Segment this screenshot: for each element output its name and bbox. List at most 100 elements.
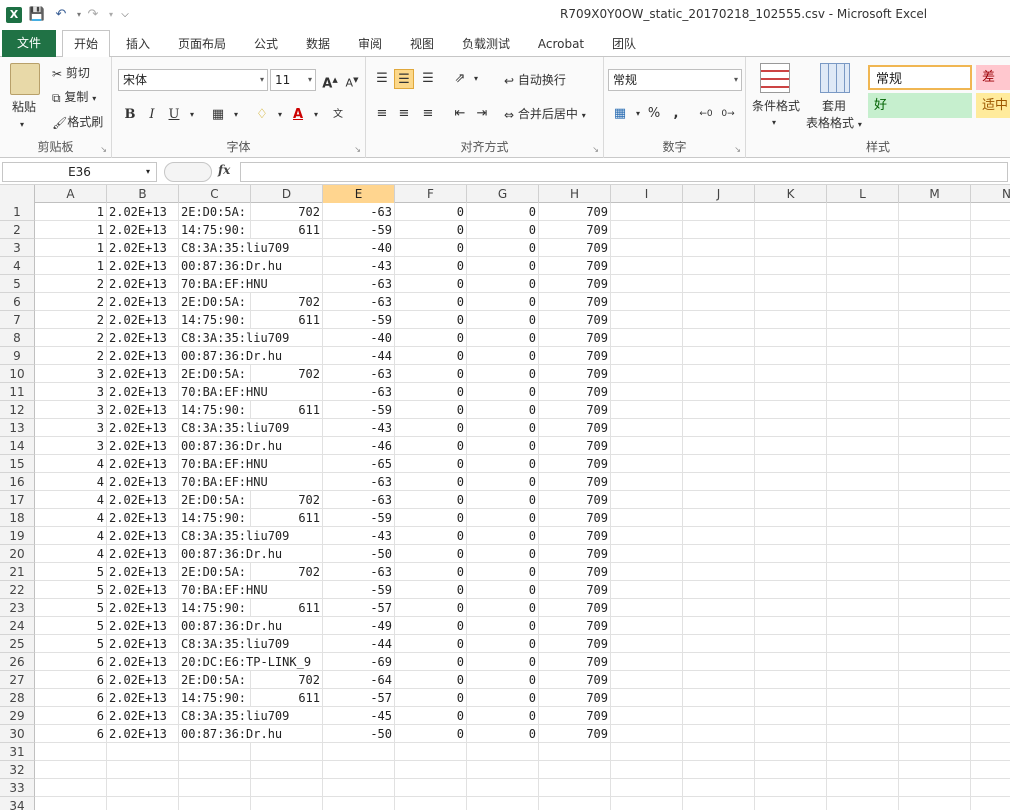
cell-l11[interactable]: [827, 383, 899, 401]
cell-n16[interactable]: [971, 473, 1010, 491]
cell-c18[interactable]: 14:75:90:: [179, 509, 251, 527]
cell-j23[interactable]: [683, 599, 755, 617]
cell-j20[interactable]: [683, 545, 755, 563]
cell-a31[interactable]: [35, 743, 107, 761]
cell-j1[interactable]: [683, 203, 755, 221]
cell-e28[interactable]: -57: [323, 689, 395, 707]
cell-c2[interactable]: 14:75:90:: [179, 221, 251, 239]
cell-l4[interactable]: [827, 257, 899, 275]
cell-g21[interactable]: 0: [467, 563, 539, 581]
cell-h32[interactable]: [539, 761, 611, 779]
cell-f26[interactable]: 0: [395, 653, 467, 671]
cell-l6[interactable]: [827, 293, 899, 311]
cell-a33[interactable]: [35, 779, 107, 797]
cell-a7[interactable]: 2: [35, 311, 107, 329]
cell-a20[interactable]: 4: [35, 545, 107, 563]
column-header-b[interactable]: B: [107, 185, 179, 203]
cell-c1[interactable]: 2E:D0:5A:: [179, 203, 251, 221]
cell-a21[interactable]: 5: [35, 563, 107, 581]
cell-m33[interactable]: [899, 779, 971, 797]
cell-e22[interactable]: -59: [323, 581, 395, 599]
redo-icon[interactable]: ↷: [84, 6, 102, 24]
cell-h18[interactable]: 709: [539, 509, 611, 527]
align-right-icon[interactable]: ≡: [418, 104, 438, 124]
cell-i2[interactable]: [611, 221, 683, 239]
align-top-icon[interactable]: ☰: [372, 69, 392, 89]
cell-n24[interactable]: [971, 617, 1010, 635]
cell-a14[interactable]: 3: [35, 437, 107, 455]
cell-n4[interactable]: [971, 257, 1010, 275]
cell-h7[interactable]: 709: [539, 311, 611, 329]
cell-i11[interactable]: [611, 383, 683, 401]
cell-m8[interactable]: [899, 329, 971, 347]
column-header-e[interactable]: E: [323, 185, 395, 203]
row-header[interactable]: 33: [0, 779, 35, 797]
style-good[interactable]: 好: [868, 93, 972, 118]
column-header-j[interactable]: J: [683, 185, 755, 203]
cell-k1[interactable]: [755, 203, 827, 221]
cell-n13[interactable]: [971, 419, 1010, 437]
cell-i31[interactable]: [611, 743, 683, 761]
cell-a28[interactable]: 6: [35, 689, 107, 707]
cell-g17[interactable]: 0: [467, 491, 539, 509]
cell-j16[interactable]: [683, 473, 755, 491]
tab-page-layout[interactable]: 页面布局: [170, 31, 234, 57]
cell-l10[interactable]: [827, 365, 899, 383]
cell-e13[interactable]: -43: [323, 419, 395, 437]
cell-j2[interactable]: [683, 221, 755, 239]
cell-k34[interactable]: [755, 797, 827, 810]
row-header[interactable]: 1: [0, 203, 35, 221]
dialog-launcher-icon[interactable]: ↘: [354, 145, 361, 154]
currency-icon[interactable]: ▦: [610, 104, 630, 124]
cell-a22[interactable]: 5: [35, 581, 107, 599]
cell-c27[interactable]: 2E:D0:5A:: [179, 671, 251, 689]
cell-g10[interactable]: 0: [467, 365, 539, 383]
row-header[interactable]: 24: [0, 617, 35, 635]
cell-g27[interactable]: 0: [467, 671, 539, 689]
cell-l2[interactable]: [827, 221, 899, 239]
cell-l27[interactable]: [827, 671, 899, 689]
cell-k29[interactable]: [755, 707, 827, 725]
cell-c11[interactable]: 70:BA:EF:HNU: [179, 383, 323, 401]
cell-c4[interactable]: 00:87:36:Dr.hu: [179, 257, 323, 275]
cell-g29[interactable]: 0: [467, 707, 539, 725]
cell-j6[interactable]: [683, 293, 755, 311]
cell-k10[interactable]: [755, 365, 827, 383]
cell-c3[interactable]: C8:3A:35:liu709: [179, 239, 323, 257]
borders-icon[interactable]: ▦: [208, 105, 228, 125]
cell-j24[interactable]: [683, 617, 755, 635]
tab-data[interactable]: 数据: [298, 31, 338, 57]
increase-decimal-icon[interactable]: ←0: [696, 104, 716, 124]
cell-b16[interactable]: 2.02E+13: [107, 473, 179, 491]
cell-a15[interactable]: 4: [35, 455, 107, 473]
cell-i30[interactable]: [611, 725, 683, 743]
cell-n17[interactable]: [971, 491, 1010, 509]
cell-l28[interactable]: [827, 689, 899, 707]
cell-i23[interactable]: [611, 599, 683, 617]
cell-h34[interactable]: [539, 797, 611, 810]
row-header[interactable]: 10: [0, 365, 35, 383]
column-header-n[interactable]: N: [971, 185, 1010, 203]
cell-b32[interactable]: [107, 761, 179, 779]
cell-m24[interactable]: [899, 617, 971, 635]
column-header-g[interactable]: G: [467, 185, 539, 203]
cell-n6[interactable]: [971, 293, 1010, 311]
row-header[interactable]: 29: [0, 707, 35, 725]
cell-f14[interactable]: 0: [395, 437, 467, 455]
cell-m4[interactable]: [899, 257, 971, 275]
tab-review[interactable]: 审阅: [350, 31, 390, 57]
cell-g33[interactable]: [467, 779, 539, 797]
cut-button[interactable]: ✂ 剪切: [52, 65, 90, 82]
conditional-formatting-icon[interactable]: [760, 63, 790, 93]
cell-l7[interactable]: [827, 311, 899, 329]
cell-m13[interactable]: [899, 419, 971, 437]
row-header[interactable]: 30: [0, 725, 35, 743]
cell-e34[interactable]: [323, 797, 395, 810]
cell-h12[interactable]: 709: [539, 401, 611, 419]
cell-m5[interactable]: [899, 275, 971, 293]
cell-f4[interactable]: 0: [395, 257, 467, 275]
cell-m16[interactable]: [899, 473, 971, 491]
cell-f17[interactable]: 0: [395, 491, 467, 509]
cell-f24[interactable]: 0: [395, 617, 467, 635]
formula-input[interactable]: [240, 162, 1008, 182]
